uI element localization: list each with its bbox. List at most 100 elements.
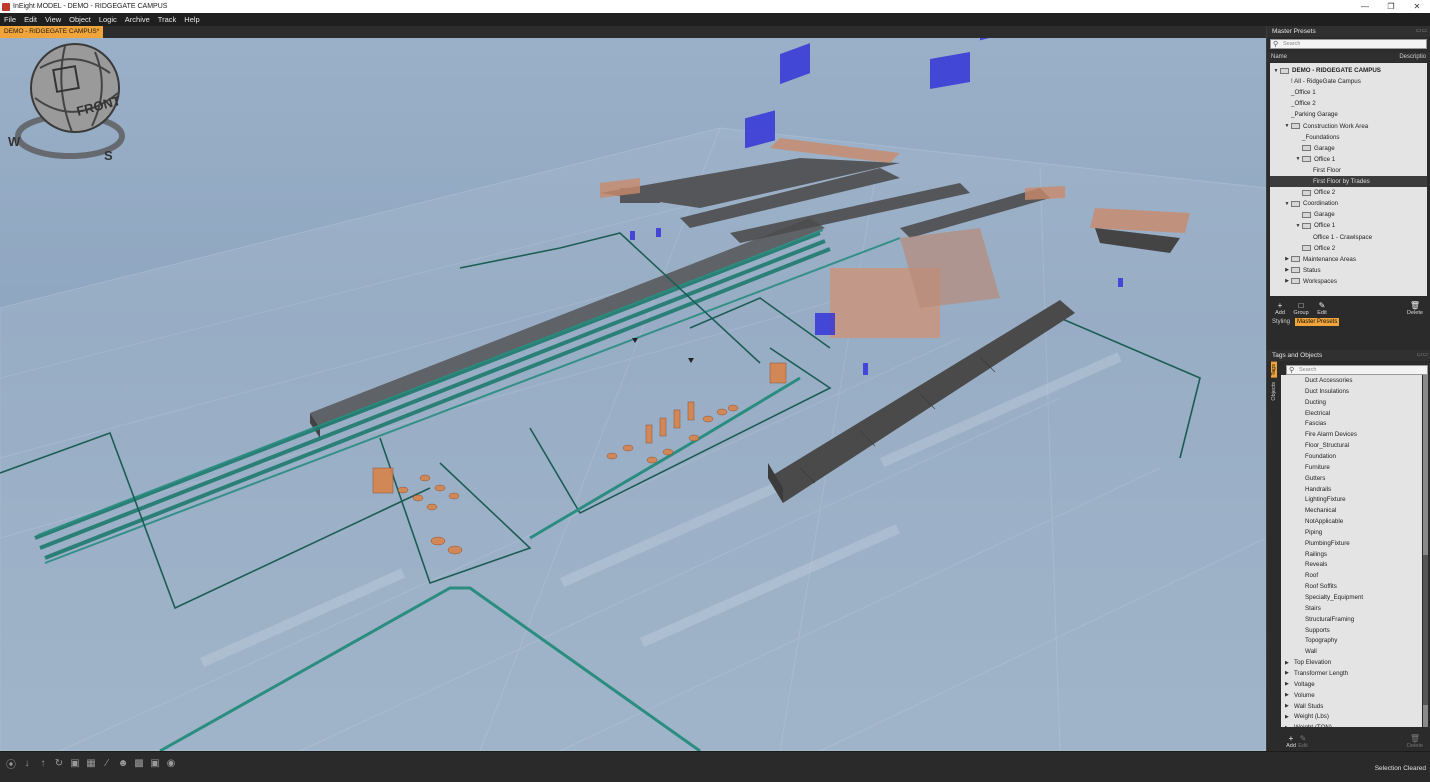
menu-object[interactable]: Object [69,15,91,24]
tag-list-item[interactable]: Furniture [1305,462,1330,473]
arrow-down-icon[interactable]: ↓ [20,756,34,770]
menu-archive[interactable]: Archive [125,15,150,24]
tag-list-item[interactable]: Fascias [1305,418,1326,429]
chevron-right-icon[interactable]: ▶ [1285,714,1294,720]
preset-tree-item[interactable]: _Office 1 [1270,87,1427,98]
tag-list-item[interactable]: Ducting [1305,397,1326,408]
tag-list-item[interactable]: StructuralFraming [1305,614,1354,625]
tag-list-item[interactable]: Electrical [1305,408,1330,419]
chevron-right-icon[interactable]: ▶ [1285,703,1294,709]
tag-list-item[interactable]: ▶ Volume [1285,690,1315,701]
tag-list-item[interactable]: Railings [1305,549,1327,560]
chevron-right-icon[interactable]: ▶ [1285,692,1294,698]
chevron-down-icon[interactable]: ▼ [1283,201,1291,207]
tag-list-item[interactable]: ▶ Top Elevation [1285,657,1331,668]
preset-tree-item[interactable]: _Foundations [1270,132,1427,143]
menu-track[interactable]: Track [158,15,176,24]
preset-tree-item[interactable]: Office 2 [1270,187,1427,198]
restore-icon[interactable]: ❐ [1378,0,1404,13]
preset-tree-item[interactable]: ! All - RidgeGate Campus [1270,76,1427,87]
chevron-right-icon[interactable]: ▶ [1283,256,1291,262]
preset-tree-item[interactable]: Garage [1270,143,1427,154]
menu-logic[interactable]: Logic [99,15,117,24]
tags-search-input[interactable]: ⚲ Search [1286,365,1428,375]
tag-list-item[interactable]: Duct Insulations [1305,386,1349,397]
chevron-down-icon[interactable]: ▼ [1272,68,1280,74]
preset-tree-item[interactable]: Office 1 - Crawlspace [1270,232,1427,243]
tag-list-item[interactable]: Duct Accessories [1305,375,1352,386]
tag-list-item[interactable]: Gutters [1305,473,1325,484]
delete-tag-button[interactable]: 🗑 Delete [1405,735,1425,750]
tag-list-item[interactable]: ▶ Wall Studs [1285,701,1323,712]
tag-list-item[interactable]: ▶ Weight (Lbs) [1285,711,1329,722]
menu-view[interactable]: View [45,15,61,24]
tab-demo-ridgegate[interactable]: DEMO - RIDGEGATE CAMPUS* [0,26,104,38]
chevron-down-icon[interactable]: ▼ [1294,223,1302,229]
menu-file[interactable]: File [4,15,16,24]
minimize-icon[interactable]: — [1352,0,1378,13]
tag-list-item[interactable]: Fire Alarm Devices [1305,429,1357,440]
preset-tree-item[interactable]: ▶ Status [1270,265,1427,276]
add-preset-button[interactable]: + Add [1270,302,1290,317]
column-name[interactable]: Name [1271,54,1287,60]
tag-list-item[interactable]: NotApplicable [1305,516,1343,527]
tag-list-item[interactable]: ▶Weight (TON) [1285,722,1332,727]
pin-icon[interactable]: ▭▭ [1416,27,1427,34]
preset-tree-item[interactable]: First Floor by Trades [1270,176,1427,187]
chevron-right-icon[interactable]: ▶ [1285,660,1294,666]
tab-styling[interactable]: Styling [1270,318,1292,326]
chevron-right-icon[interactable]: ▶ [1285,681,1294,687]
chevron-down-icon[interactable]: ▼ [1283,123,1291,129]
scrollbar-thumb[interactable] [1423,555,1428,705]
tab-objects[interactable]: Objects [1271,380,1277,403]
person-icon[interactable]: ☻ [116,756,130,770]
tab-tags[interactable]: Tags [1271,362,1277,378]
preset-tree-item[interactable]: First Floor [1270,165,1427,176]
column-description[interactable]: Descriptio [1399,54,1426,60]
edit-preset-button[interactable]: ✎ Edit [1312,302,1332,317]
camera-icon[interactable]: ▣ [148,756,162,770]
box-icon[interactable]: ▩ [132,756,146,770]
tag-list-item[interactable]: Roof [1305,570,1318,581]
tag-list-item[interactable]: Supports [1305,625,1330,636]
signal-icon[interactable]: ⦿ [4,756,18,771]
tag-list-item[interactable]: Piping [1305,527,1322,538]
preset-tree-item[interactable]: ▶ Workspaces [1270,276,1427,287]
preset-tree-item[interactable]: _Parking Garage [1270,109,1427,120]
tag-list-item[interactable]: ▶ Voltage [1285,679,1315,690]
tags-scrollbar[interactable] [1423,375,1428,727]
tag-list-item[interactable]: ▶ Transformer Length [1285,668,1348,679]
preset-tree-item[interactable]: _Office 2 [1270,98,1427,109]
delete-preset-button[interactable]: 🗑 Delete [1405,302,1425,317]
preset-tree-item[interactable]: ▼ Office 1 [1270,154,1427,165]
grid-icon[interactable]: ▦ [84,756,98,770]
tag-list-item[interactable]: Wall [1305,646,1317,657]
chevron-right-icon[interactable]: ▶ [1285,670,1294,676]
arrow-up-icon[interactable]: ↑ [36,756,50,770]
menu-edit[interactable]: Edit [24,15,37,24]
preset-tree-item[interactable]: ▼ Construction Work Area [1270,121,1427,132]
edit-tag-button[interactable]: ✎ Edit [1293,735,1313,750]
sync-icon[interactable]: ↻ [52,756,66,770]
tag-list-item[interactable]: Mechanical [1305,505,1336,516]
tag-list-item[interactable]: Roof Soffits [1305,581,1337,592]
tag-list-item[interactable]: Handrails [1305,484,1331,495]
tag-list-item[interactable]: Stairs [1305,603,1321,614]
measure-icon[interactable]: ∕ [100,756,114,770]
preset-tree-item[interactable]: ▶ Maintenance Areas [1270,254,1427,265]
preset-tree-item[interactable]: Garage [1270,209,1427,220]
tag-list-item[interactable]: Topography [1305,635,1337,646]
chevron-right-icon[interactable]: ▶ [1283,278,1291,284]
chevron-right-icon[interactable]: ▶ [1283,267,1291,273]
tag-list-item[interactable]: Floor_Structural [1305,440,1349,451]
presets-search-input[interactable]: ⚲ Search [1270,39,1427,49]
3d-viewport[interactable]: FRONT W S [0,38,1266,751]
preset-tree-item[interactable]: ▼ Coordination [1270,198,1427,209]
tag-list-item[interactable]: LightingFixture [1305,494,1346,505]
pin-icon[interactable]: ▭▭ [1417,351,1428,358]
tag-list-item[interactable]: Reveals [1305,559,1327,570]
tag-list-item[interactable]: Specialty_Equipment [1305,592,1363,603]
close-icon[interactable]: ✕ [1404,0,1430,13]
preset-tree-item[interactable]: ▼ DEMO - RIDGEGATE CAMPUS [1270,65,1427,76]
group-preset-button[interactable]: □ Group [1291,302,1311,317]
